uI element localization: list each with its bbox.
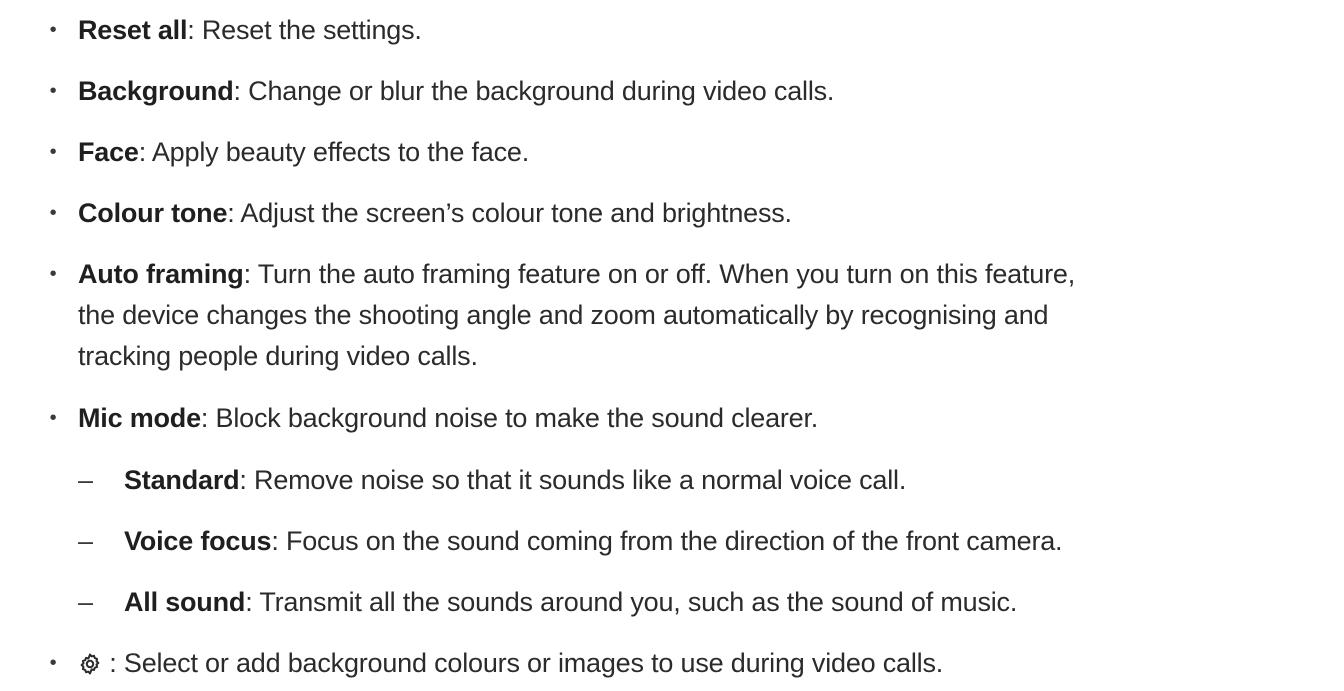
description: Apply beauty effects to the face. [151,137,530,167]
bullet: • [49,407,57,429]
term: Standard [124,465,240,495]
term: Background [78,76,234,106]
bullet: • [49,141,57,163]
description: Adjust the screen’s colour tone and brig… [240,198,792,228]
description: Turn the auto framing feature on or off.… [257,259,1075,289]
bullet: • [49,652,57,674]
bullet: • [49,80,57,102]
dash: – [78,526,93,556]
settings-description-list: • Reset all: Reset the settings. • Backg… [0,0,1344,691]
description: Transmit all the sounds around you, such… [259,587,1018,617]
term: Colour tone [78,198,228,228]
description: Focus on the sound coming from the direc… [285,526,1063,556]
description: Remove noise so that it sounds like a no… [254,465,907,495]
term: Mic mode [78,403,201,433]
description: Select or add background colours or imag… [123,648,944,678]
description-continued: the device changes the shooting angle an… [78,300,1049,330]
term: Face [78,137,139,167]
gear-icon [80,653,100,675]
dash: – [78,587,93,617]
bullet: • [49,263,57,285]
description-continued: tracking people during video calls. [78,341,478,371]
description: Change or blur the background during vid… [248,76,835,106]
bullet: • [49,202,57,224]
term: Auto framing [78,259,244,289]
description: Block background noise to make the sound… [215,403,819,433]
term: Voice focus [124,526,272,556]
term: Reset all [78,15,188,45]
description: Reset the settings. [201,15,422,45]
dash: – [78,465,93,495]
term: All sound [124,587,246,617]
bullet: • [49,19,57,41]
